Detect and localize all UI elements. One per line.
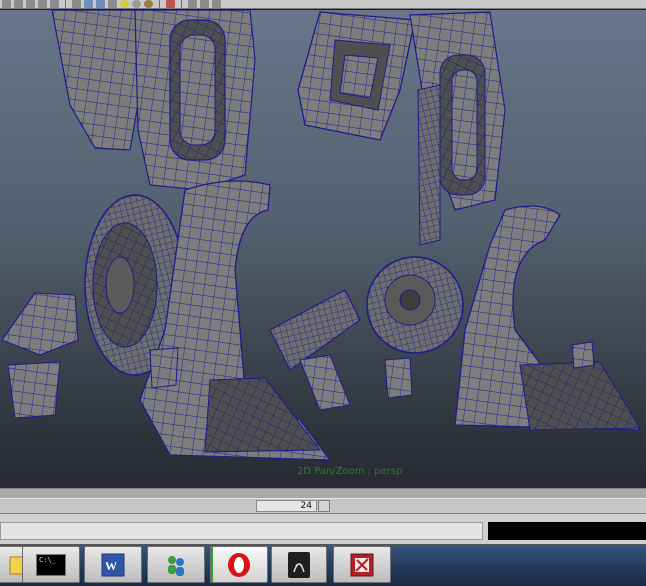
save-scene-button[interactable] [26, 0, 35, 8]
snap-c-button[interactable] [212, 0, 221, 8]
status-toolbar [0, 0, 646, 9]
range-slider: 24 [0, 498, 646, 514]
taskbar-item-word[interactable]: W [84, 546, 142, 583]
cmd-icon: C:\_ [36, 553, 66, 576]
messenger-icon [168, 555, 184, 576]
toolbar-separator [181, 0, 182, 8]
opera-icon [228, 552, 250, 577]
taskbar-item-opera[interactable] [210, 546, 268, 583]
redo-button[interactable] [50, 0, 59, 8]
word-icon: W [101, 553, 125, 576]
taskbar-item-acrobat[interactable] [333, 546, 391, 583]
robot-wireframe-model [1, 10, 642, 461]
current-frame-field[interactable]: 24 [256, 500, 317, 512]
toolbar-separator [159, 0, 160, 8]
pdf-icon [350, 553, 374, 576]
camera-c-button[interactable] [96, 0, 105, 8]
camera-b-button[interactable] [84, 0, 93, 8]
new-scene-button[interactable] [2, 0, 11, 8]
camera-a-button[interactable] [72, 0, 81, 8]
light-c-button[interactable] [144, 0, 153, 8]
command-result-field [488, 522, 646, 540]
camera-hud-label: 2D Pan/Zoom : persp [297, 466, 403, 477]
snap-a-button[interactable] [188, 0, 197, 8]
open-scene-button[interactable] [14, 0, 23, 8]
windows-taskbar: C:\_ W [0, 545, 646, 586]
snap-b-button[interactable] [200, 0, 209, 8]
light-b-button[interactable] [132, 0, 141, 8]
taskbar-item-messenger[interactable] [147, 546, 205, 583]
undo-button[interactable] [38, 0, 47, 8]
perspective-viewport[interactable]: 2D Pan/Zoom : persp [0, 10, 646, 488]
select-tool-button[interactable] [108, 0, 117, 8]
light-a-button[interactable] [120, 0, 129, 8]
taskbar-item-command-prompt[interactable]: C:\_ [22, 546, 80, 583]
taskbar-item-maya[interactable] [271, 546, 327, 583]
range-button[interactable] [318, 500, 330, 512]
command-input[interactable] [0, 522, 483, 540]
maya-icon [288, 551, 310, 578]
toolbar-separator [65, 0, 66, 8]
command-line-bar [0, 514, 646, 545]
render-button[interactable] [166, 0, 175, 8]
svg-text:W: W [105, 559, 117, 573]
